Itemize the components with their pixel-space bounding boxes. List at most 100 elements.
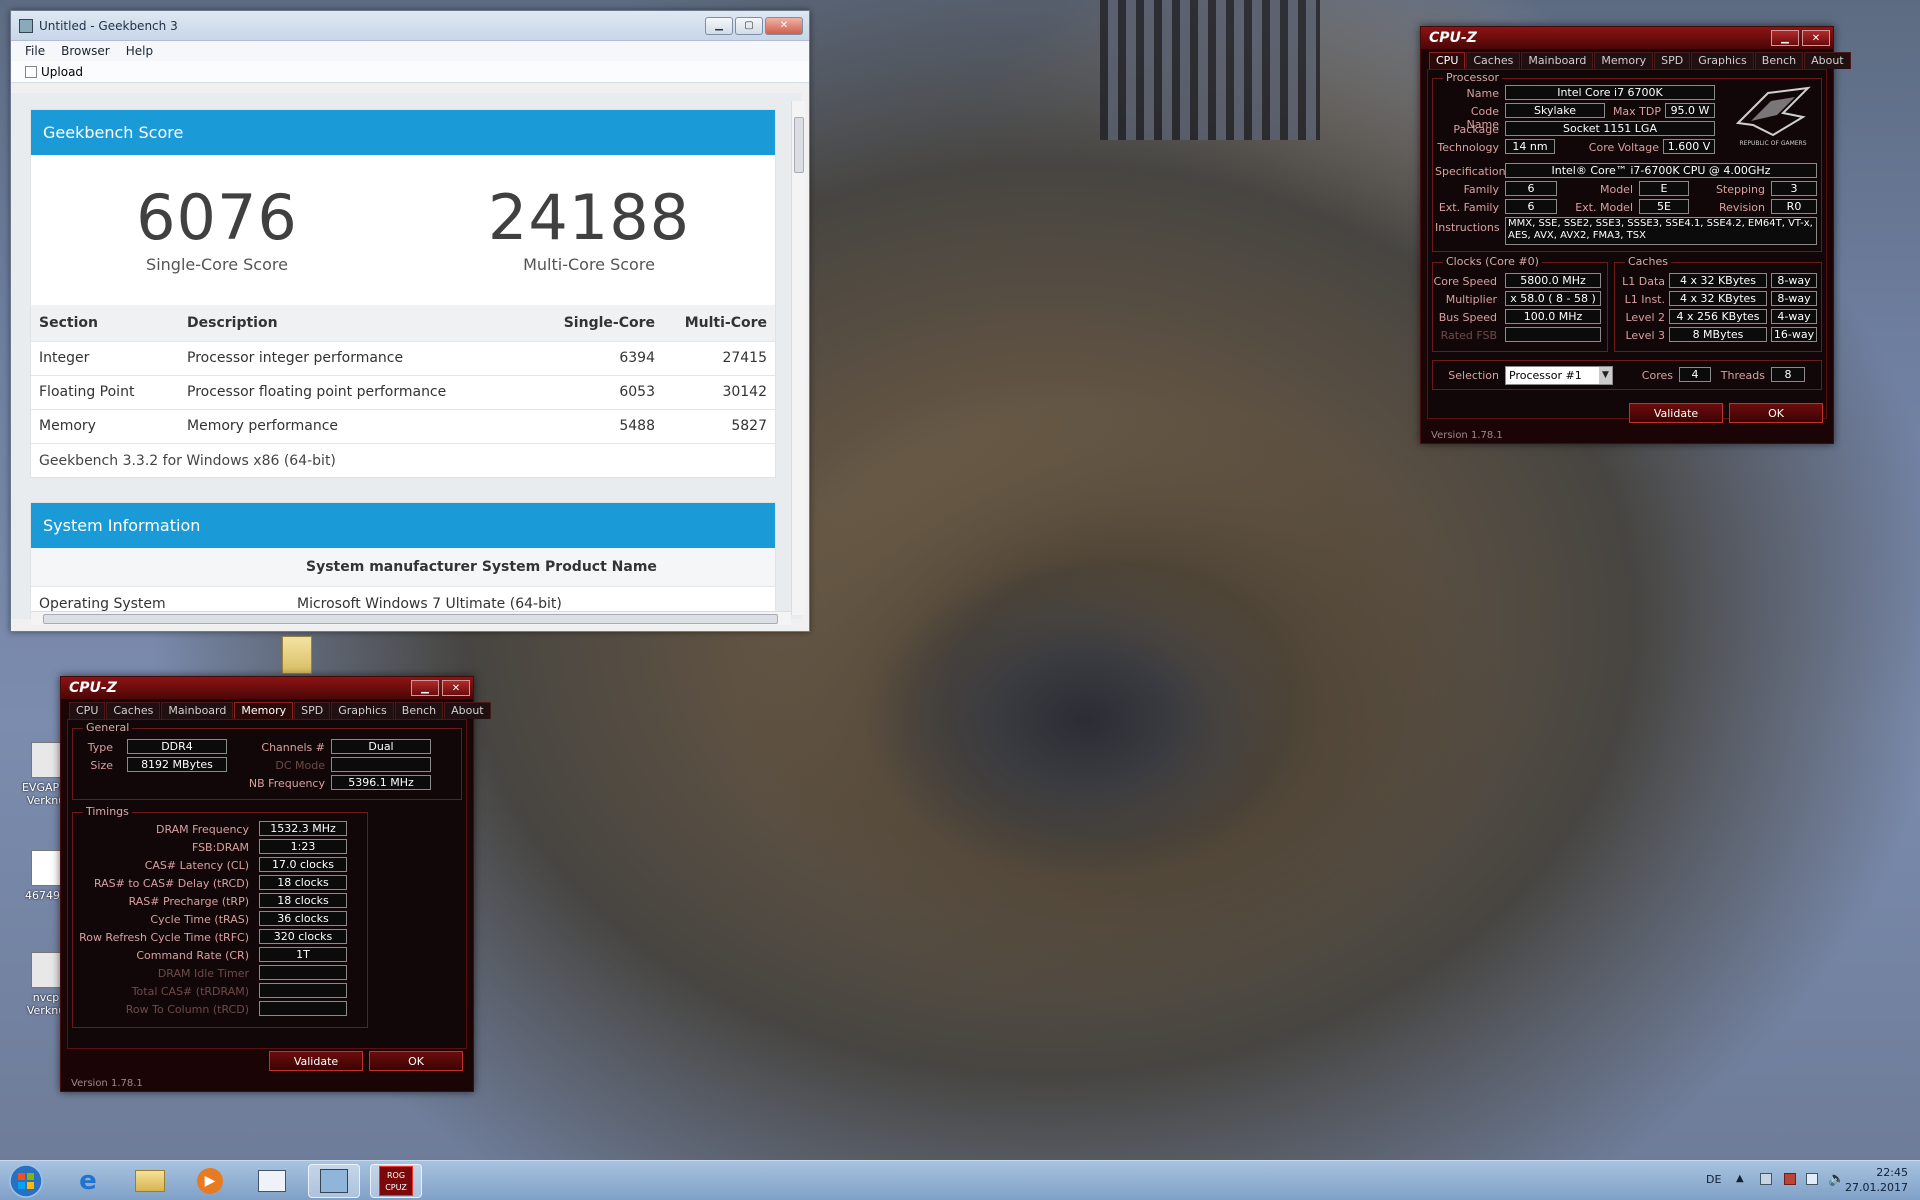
timing-value (259, 983, 347, 998)
l1inst-value: 4 x 32 KBytes (1669, 291, 1767, 306)
row-single: 5488 (543, 408, 663, 443)
window-app-icon (258, 1170, 286, 1192)
tab-caches[interactable]: Caches (106, 702, 161, 719)
timing-label: RAS# Precharge (tRP) (128, 895, 249, 908)
caches-group: Caches L1 Data 4 x 32 KBytes 8-way L1 In… (1614, 255, 1822, 352)
cpuz-titlebar[interactable]: CPU-Z ▁ ✕ (1421, 27, 1833, 49)
taskbar-app[interactable] (246, 1164, 298, 1198)
tab-caches[interactable]: Caches (1466, 52, 1521, 69)
tab-graphics[interactable]: Graphics (331, 702, 394, 719)
version-footer: Geekbench 3.3.2 for Windows x86 (64-bit) (31, 443, 775, 477)
horizontal-scrollbar[interactable] (31, 611, 791, 625)
taskbar-mediaplayer[interactable]: ▶ (184, 1164, 236, 1198)
extfamily-label: Ext. Family (1438, 201, 1499, 214)
table-row: Floating Point Processor floating point … (31, 374, 775, 409)
package-value: Socket 1151 LGA (1505, 121, 1715, 136)
tab-spd[interactable]: SPD (294, 702, 331, 719)
tab-mainboard[interactable]: Mainboard (161, 702, 234, 719)
menu-help[interactable]: Help (126, 44, 153, 58)
timing-label: Row To Column (tRCD) (125, 1003, 249, 1016)
timing-value: 17.0 clocks (259, 857, 347, 872)
taskbar-geekbench[interactable] (308, 1164, 360, 1198)
specification-label: Specification (1435, 165, 1506, 178)
menu-browser[interactable]: Browser (61, 44, 110, 58)
close-button[interactable]: ✕ (442, 680, 470, 696)
timing-label: DRAM Frequency (155, 823, 249, 836)
taskbar-ie[interactable]: e (62, 1164, 114, 1198)
tab-memory[interactable]: Memory (234, 702, 294, 719)
tray-arrow-icon[interactable]: ▲ (1736, 1173, 1744, 1184)
scroll-thumb[interactable] (794, 117, 804, 173)
stepping-value: 3 (1771, 181, 1817, 196)
clocks-group: Clocks (Core #0) Core Speed 5800.0 MHz M… (1432, 255, 1608, 352)
score-card: Geekbench Score 6076 Single-Core Score 2… (30, 109, 776, 478)
table-row: Integer Processor integer performance 63… (31, 340, 775, 375)
taskbar-explorer[interactable] (124, 1164, 176, 1198)
tab-spd[interactable]: SPD (1654, 52, 1691, 69)
ok-button[interactable]: OK (1729, 403, 1823, 423)
volume-icon[interactable]: 🔈 (1828, 1171, 1845, 1187)
os-label: Operating System (39, 595, 166, 612)
network-icon[interactable] (1806, 1173, 1818, 1185)
start-button[interactable] (2, 1164, 50, 1198)
minimize-button[interactable]: ▁ (1771, 30, 1799, 46)
tab-about[interactable]: About (444, 702, 491, 719)
menu-file[interactable]: File (25, 44, 45, 58)
geekbench-titlebar[interactable]: Untitled - Geekbench 3 ▁ ▢ ✕ (11, 11, 809, 41)
name-value: Intel Core i7 6700K (1505, 85, 1715, 100)
group-title: Clocks (Core #0) (1443, 255, 1542, 268)
geekbench-app-icon (19, 18, 33, 33)
timing-value: 1:23 (259, 839, 347, 854)
corevoltage-label: Core Voltage (1588, 141, 1659, 154)
close-button[interactable]: ✕ (1802, 30, 1830, 46)
close-button[interactable]: ✕ (765, 16, 803, 35)
channels-label: Channels # (261, 741, 325, 754)
ok-button[interactable]: OK (369, 1051, 463, 1071)
level2-assoc: 4-way (1771, 309, 1817, 324)
minimize-button[interactable]: ▁ (411, 680, 439, 696)
flag-icon[interactable] (1760, 1173, 1772, 1185)
cpuz-titlebar[interactable]: CPU-Z ▁ ✕ (61, 677, 473, 699)
tray-app-icon[interactable] (1784, 1173, 1796, 1185)
l1inst-label: L1 Inst. (1624, 293, 1665, 306)
tab-memory[interactable]: Memory (1594, 52, 1654, 69)
ratedfsb-value (1505, 327, 1601, 342)
cores-label: Cores (1641, 369, 1673, 382)
tab-bench[interactable]: Bench (1754, 52, 1804, 69)
minimize-button[interactable]: ▁ (705, 16, 733, 35)
tab-about[interactable]: About (1804, 52, 1851, 69)
tab-bench[interactable]: Bench (394, 702, 444, 719)
validate-button[interactable]: Validate (269, 1051, 363, 1071)
validate-button[interactable]: Validate (1629, 403, 1723, 423)
col-section: Section (31, 305, 179, 341)
tab-cpu[interactable]: CPU (69, 702, 106, 719)
multiplier-label: Multiplier (1445, 293, 1497, 306)
upload-button[interactable]: Upload (41, 65, 83, 79)
scroll-thumb[interactable] (43, 614, 778, 624)
score-area: 6076 Single-Core Score 24188 Multi-Core … (31, 155, 775, 305)
busspeed-value: 100.0 MHz (1505, 309, 1601, 324)
shortcut-icon (31, 952, 61, 988)
language-indicator[interactable]: DE (1706, 1173, 1721, 1186)
cpuz-tabs: CPU Caches Mainboard Memory SPD Graphics… (61, 699, 491, 719)
system-info-card: System Information System manufacturer S… (30, 502, 776, 619)
tab-graphics[interactable]: Graphics (1691, 52, 1754, 69)
timing-label: Cycle Time (tRAS) (150, 913, 249, 926)
row-section: Integer (31, 340, 179, 375)
group-title: Processor (1443, 71, 1502, 84)
timing-label: Total CAS# (tRDRAM) (131, 985, 249, 998)
maximize-button[interactable]: ▢ (735, 16, 763, 35)
tab-cpu[interactable]: CPU (1429, 52, 1466, 69)
tab-mainboard[interactable]: Mainboard (1521, 52, 1594, 69)
row-section: Memory (31, 408, 179, 443)
timing-label: RAS# to CAS# Delay (tRCD) (93, 877, 249, 890)
extmodel-label: Ext. Model (1575, 201, 1633, 214)
windows-start-icon (9, 1164, 43, 1198)
vertical-scrollbar[interactable] (791, 101, 805, 615)
processor-select[interactable]: Processor #1 (1505, 366, 1613, 385)
taskbar-cpuz[interactable]: ROG CPUZ (370, 1164, 422, 1198)
chevron-down-icon[interactable]: ▼ (1599, 367, 1612, 384)
folder-icon[interactable] (282, 636, 312, 674)
family-label: Family (1463, 183, 1499, 196)
clock[interactable]: 22:45 27.01.2017 (1845, 1165, 1908, 1195)
